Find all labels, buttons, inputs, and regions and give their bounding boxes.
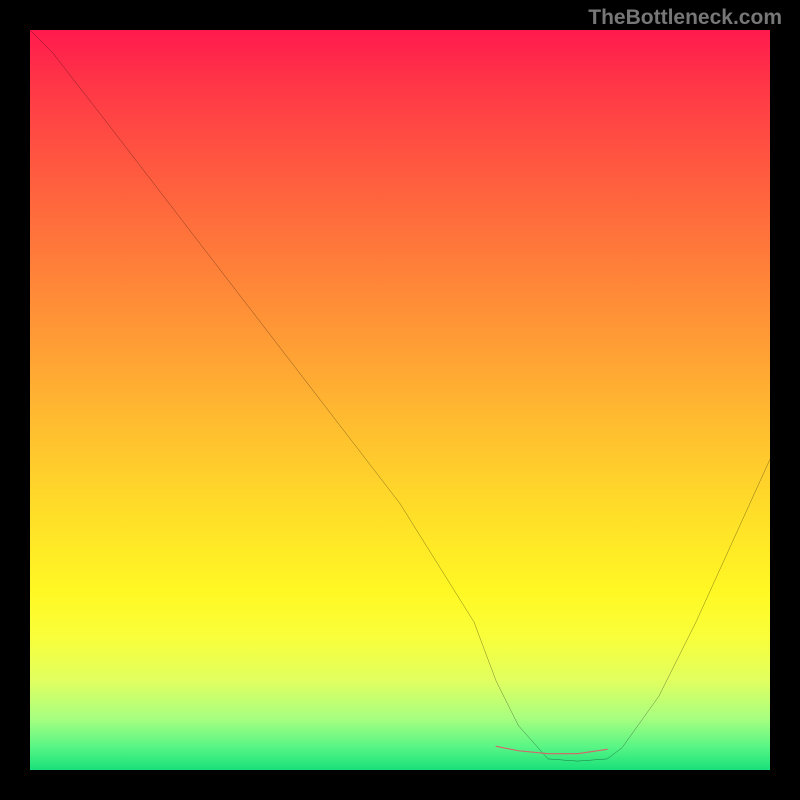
bottleneck-curve (30, 30, 770, 761)
watermark-text: TheBottleneck.com (588, 6, 782, 30)
plot-area (30, 30, 770, 770)
fit-flat-region (496, 746, 607, 753)
chart-svg (30, 30, 770, 770)
